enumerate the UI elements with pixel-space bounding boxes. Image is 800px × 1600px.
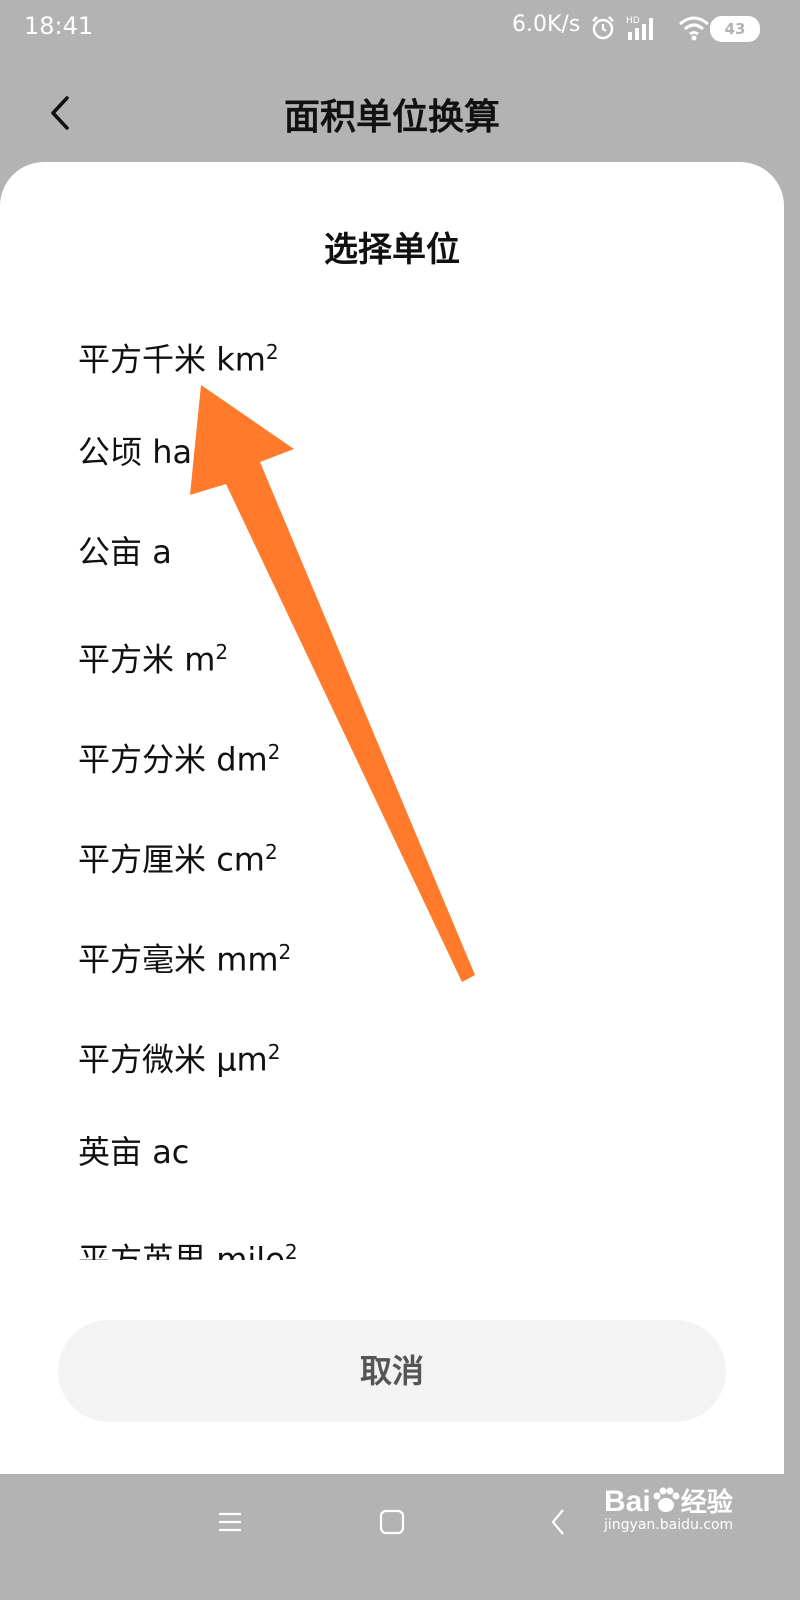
back-chevron-icon: [551, 1509, 564, 1535]
status-bar: 18:41 6.0K/s HD 43: [0, 0, 784, 56]
unit-option-cm2[interactable]: 平方厘米 cm2: [78, 822, 278, 882]
unit-option-mm2[interactable]: 平方毫米 mm2: [78, 922, 291, 982]
status-time: 18:41: [24, 12, 94, 40]
unit-option-a[interactable]: 公亩 a: [78, 522, 172, 582]
menu-icon: [219, 1512, 241, 1532]
status-icons: HD: [590, 10, 710, 46]
alarm-icon: [592, 16, 614, 40]
unit-option-um2[interactable]: 平方微米 µm2: [78, 1022, 280, 1082]
system-nav-bar: Bai 经验 jingyan.baidu.com: [0, 1474, 784, 1568]
battery-icon: 43: [710, 16, 760, 42]
home-button[interactable]: [372, 1502, 412, 1542]
unit-option-mile2[interactable]: 平方英里 mile2: [78, 1222, 298, 1260]
app-header: 面积单位换算: [0, 56, 784, 166]
page-title: 面积单位换算: [283, 97, 500, 138]
unit-picker-sheet: 选择单位 平方千米 km2 公顷 ha 公亩 a 平方米 m2 平方分米 dm2…: [0, 162, 784, 1474]
nav-back-button[interactable]: [538, 1502, 578, 1542]
wifi-icon: [679, 16, 709, 41]
unit-list[interactable]: 平方千米 km2 公顷 ha 公亩 a 平方米 m2 平方分米 dm2 平方厘米…: [0, 312, 784, 1260]
home-square-icon: [379, 1509, 405, 1535]
unit-option-m2[interactable]: 平方米 m2: [78, 622, 228, 682]
svg-text:HD: HD: [626, 16, 640, 26]
signal-hd-icon: HD: [626, 16, 653, 40]
network-speed: 6.0K/s: [512, 12, 581, 37]
cancel-button[interactable]: 取消: [58, 1320, 726, 1422]
unit-option-km2[interactable]: 平方千米 km2: [78, 322, 279, 382]
baidu-jingyan-watermark: Bai 经验 jingyan.baidu.com: [604, 1485, 734, 1533]
paw-icon: [653, 1487, 680, 1512]
menu-button[interactable]: [210, 1502, 250, 1542]
unit-option-ha[interactable]: 公顷 ha: [78, 422, 192, 482]
sheet-title: 选择单位: [324, 230, 460, 270]
unit-option-ac[interactable]: 英亩 ac: [78, 1122, 189, 1182]
unit-option-dm2[interactable]: 平方分米 dm2: [78, 722, 280, 782]
